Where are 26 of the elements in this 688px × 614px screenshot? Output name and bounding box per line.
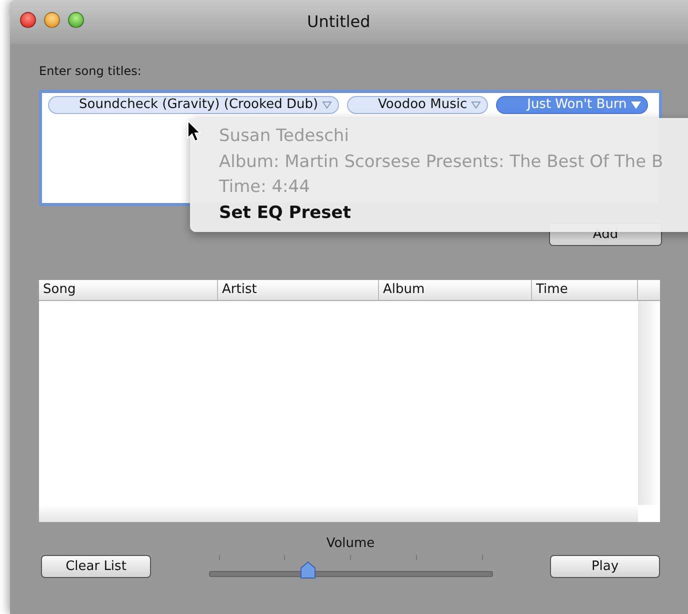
- volume-label: Volume: [326, 536, 375, 551]
- window-title: Untitled: [307, 12, 370, 31]
- column-header[interactable]: Album: [379, 280, 532, 300]
- close-button[interactable]: [20, 12, 36, 28]
- info-text: Album: Martin Scorsese Presents: The Best Of The B: [219, 150, 664, 174]
- cursor-icon: [187, 120, 201, 142]
- slider-thumb[interactable]: [300, 561, 316, 579]
- menu-item[interactable]: Set EQ Preset: [219, 200, 351, 226]
- minimize-button[interactable]: [44, 12, 60, 28]
- horizontal-scrollbar[interactable]: [39, 505, 638, 522]
- column-header[interactable]: Time: [532, 280, 638, 300]
- volume-slider[interactable]: [208, 561, 492, 579]
- play-button[interactable]: Play: [550, 555, 660, 578]
- field-label: Enter song titles:: [39, 64, 142, 78]
- zoom-button[interactable]: [68, 12, 84, 28]
- info-text: Time: 4:44: [219, 176, 310, 199]
- song-token[interactable]: Soundcheck (Gravity) (Crooked Dub): [48, 96, 340, 114]
- column-header[interactable]: Artist: [218, 280, 379, 300]
- column-header[interactable]: Song: [39, 280, 218, 300]
- clear-list-button[interactable]: Clear List: [41, 555, 151, 578]
- caret-icon: [471, 101, 482, 109]
- caret-icon: [630, 101, 641, 109]
- caret-icon: [322, 101, 332, 109]
- info-text: Susan Tedeschi: [219, 125, 349, 148]
- song-token[interactable]: Voodoo Music: [347, 96, 488, 114]
- vertical-scrollbar[interactable]: [638, 301, 660, 505]
